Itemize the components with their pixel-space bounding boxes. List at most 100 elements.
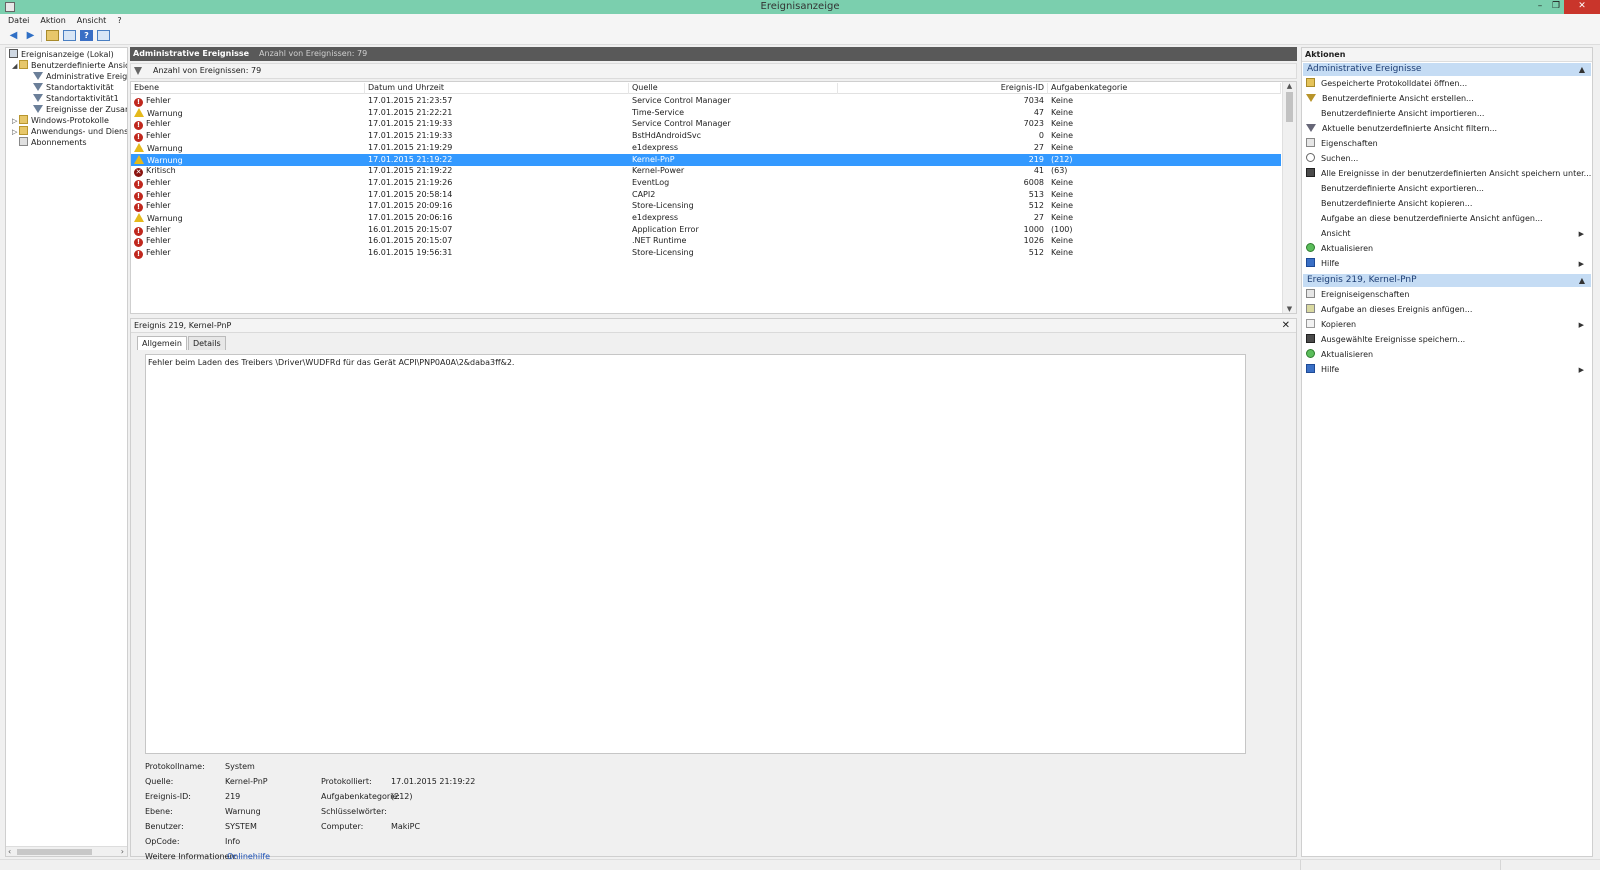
tree-item-location-activity[interactable]: Standortaktivität	[33, 82, 114, 93]
table-row[interactable]: ! Fehler 16.01.2015 20:15:07 Application Er…	[131, 224, 1281, 236]
tab-details[interactable]: Details	[187, 336, 226, 350]
menu-help[interactable]: ?	[117, 14, 121, 27]
tree-app-logs[interactable]: ▷ Anwendungs- und Dienstprotokolle	[12, 126, 127, 138]
action-item[interactable]: Benutzerdefinierte Ansicht erstellen...	[1306, 92, 1590, 106]
tab-general[interactable]: Allgemein	[137, 336, 187, 350]
table-row[interactable]: Warnung 17.01.2015 20:06:16 e1dexpress 27 Ke…	[131, 212, 1281, 224]
actions-section-event[interactable]: Ereignis 219, Kernel-PnP ▲	[1303, 274, 1591, 287]
action-item[interactable]: Benutzerdefinierte Ansicht importieren..…	[1306, 107, 1590, 121]
scroll-left-icon[interactable]: ‹	[8, 847, 11, 856]
cell-level: ! Fehler	[134, 119, 171, 131]
action-item[interactable]: Ausgewählte Ereignisse speichern...	[1306, 333, 1590, 347]
prop-icon	[1306, 138, 1315, 147]
action-item[interactable]: Kopieren ▶	[1306, 318, 1590, 332]
prop-value[interactable]: MakiPC	[391, 822, 420, 831]
column-source[interactable]: Quelle	[629, 83, 838, 94]
action-item[interactable]: Benutzerdefinierte Ansicht exportieren..…	[1306, 182, 1590, 196]
restore-button[interactable]: ❐	[1548, 0, 1564, 14]
close-detail-icon[interactable]: ✕	[1282, 319, 1290, 332]
action-item[interactable]: Gespeicherte Protokolldatei öffnen...	[1306, 77, 1590, 91]
prop-value[interactable]: Warnung	[225, 807, 261, 816]
table-row[interactable]: ! Fehler 17.01.2015 21:19:26 EventLog 6008 Ke…	[131, 177, 1281, 189]
back-arrow-icon[interactable]: ◀	[7, 30, 20, 41]
tree-item-summary-events[interactable]: Ereignisse der Zusammenfassung	[33, 104, 127, 115]
tree-horizontal-scrollbar[interactable]: ‹ ›	[6, 846, 127, 856]
collapse-icon[interactable]: ▲	[1579, 274, 1585, 287]
close-button[interactable]: ✕	[1564, 0, 1600, 14]
error-icon: !	[134, 203, 143, 213]
scroll-up-icon[interactable]: ▲	[1283, 82, 1296, 90]
level-text: Kritisch	[146, 166, 176, 176]
tree-item-label: Standortaktivität	[46, 83, 114, 92]
none-icon	[1306, 213, 1315, 222]
scroll-down-icon[interactable]: ▼	[1283, 305, 1296, 313]
save-icon	[1306, 334, 1315, 343]
column-event-id[interactable]: Ereignis-ID	[838, 83, 1048, 94]
table-row[interactable]: Warnung 17.01.2015 21:22:21 Time-Service 47…	[131, 107, 1281, 119]
column-datetime[interactable]: Datum und Uhrzeit	[365, 83, 629, 94]
scrollbar-thumb[interactable]	[17, 849, 92, 855]
grid-vertical-scrollbar[interactable]: ▲ ▼	[1282, 82, 1296, 313]
tree-subscriptions[interactable]: Abonnements	[19, 137, 87, 148]
tree-item-location-activity-1[interactable]: Standortaktivität1	[33, 93, 119, 104]
action-item[interactable]: Aktualisieren	[1306, 348, 1590, 362]
action-item[interactable]: Hilfe ▶	[1306, 363, 1590, 377]
level-text: Fehler	[146, 131, 171, 141]
prop-value[interactable]: (212)	[391, 792, 413, 801]
collapse-icon[interactable]: ▲	[1579, 63, 1585, 76]
table-row[interactable]: ! Fehler 17.01.2015 20:09:16 Store-Licensin…	[131, 200, 1281, 213]
action-item[interactable]: Aufgabe an diese benutzerdefinierte Ansi…	[1306, 212, 1590, 226]
table-row[interactable]: ! Fehler 16.01.2015 20:15:07 .NET Runtime 10…	[131, 235, 1281, 248]
menu-datei[interactable]: Datei	[8, 14, 29, 27]
table-row[interactable]: ! Fehler 16.01.2015 19:56:31 Store-Licensin…	[131, 247, 1281, 260]
action-item[interactable]: Hilfe ▶	[1306, 257, 1590, 271]
action-item[interactable]: Eigenschaften	[1306, 137, 1590, 151]
table-row[interactable]: ✕ Kritisch 17.01.2015 21:19:22 Kernel-Power…	[131, 165, 1281, 178]
cell-cat: Keine	[1051, 236, 1073, 246]
action-item[interactable]: Benutzerdefinierte Ansicht kopieren...	[1306, 197, 1590, 211]
prop-value[interactable]: System	[225, 762, 255, 771]
action-item[interactable]: Ereigniseigenschaften	[1306, 288, 1590, 302]
menu-ansicht[interactable]: Ansicht	[77, 14, 107, 27]
menu-aktion[interactable]: Aktion	[40, 14, 65, 27]
column-level[interactable]: Ebene	[131, 83, 365, 94]
actions-section-view[interactable]: Administrative Ereignisse ▲	[1303, 63, 1591, 76]
action-item[interactable]: Ansicht ▶	[1306, 227, 1590, 241]
prop-value[interactable]: 219	[225, 792, 240, 801]
filter-bar: Anzahl von Ereignissen: 79	[130, 63, 1297, 79]
table-row[interactable]: ! Fehler 17.01.2015 21:19:33 Service Contro…	[131, 118, 1281, 131]
folder-up-icon[interactable]	[46, 30, 59, 41]
tree-item-admin-events[interactable]: Administrative Ereignisse	[33, 71, 127, 82]
event-message[interactable]: Fehler beim Laden des Treibers \Driver\W…	[145, 354, 1246, 754]
collapse-arrow-icon[interactable]: ◢	[12, 61, 19, 72]
action-item[interactable]: Aktualisieren	[1306, 242, 1590, 256]
tree-custom-views[interactable]: ◢ Benutzerdefinierte Ansichten	[12, 60, 127, 72]
prop-value[interactable]: SYSTEM	[225, 822, 257, 831]
tree-windows-logs[interactable]: ▷ Windows-Protokolle	[12, 115, 109, 126]
prop-value[interactable]: 17.01.2015 21:19:22	[391, 777, 475, 786]
table-row[interactable]: ! Fehler 17.01.2015 20:58:14 CAPI2 513 Keine	[131, 189, 1281, 201]
action-item[interactable]: Aufgabe an dieses Ereignis anfügen...	[1306, 303, 1590, 317]
action-item[interactable]: Suchen...	[1306, 152, 1590, 166]
forward-arrow-icon[interactable]: ▶	[24, 30, 37, 41]
scrollbar-thumb[interactable]	[1286, 92, 1293, 122]
help-icon[interactable]: ?	[80, 30, 93, 41]
prop-value[interactable]: Kernel-PnP	[225, 777, 268, 786]
action-label: Ereigniseigenschaften	[1321, 290, 1410, 299]
table-row[interactable]: ! Fehler 17.01.2015 21:19:33 BstHdAndroidSv…	[131, 130, 1281, 143]
window-controls: – ❐ ✕	[1532, 0, 1600, 14]
prop-value[interactable]: Info	[225, 837, 240, 846]
column-task-category[interactable]: Aufgabenkategorie	[1048, 83, 1281, 94]
table-row[interactable]: ! Fehler 17.01.2015 21:23:57 Service Contro…	[131, 95, 1281, 107]
table-row[interactable]: Warnung 17.01.2015 21:19:22 Kernel-PnP 219 (…	[131, 153, 1281, 166]
minimize-button[interactable]: –	[1532, 0, 1548, 14]
action-item[interactable]: Alle Ereignisse in der benutzerdefiniert…	[1306, 167, 1591, 181]
expand-arrow-icon[interactable]: ▷	[12, 127, 19, 138]
show-hide-actions-icon[interactable]	[97, 30, 110, 41]
table-row[interactable]: Warnung 17.01.2015 21:19:29 e1dexpress 27 Ke…	[131, 142, 1281, 154]
show-hide-tree-icon[interactable]	[63, 30, 76, 41]
action-item[interactable]: Aktuelle benutzerdefinierte Ansicht filt…	[1306, 122, 1590, 136]
filter-icon	[33, 94, 43, 102]
scroll-right-icon[interactable]: ›	[121, 847, 124, 856]
tree-root[interactable]: Ereignisanzeige (Lokal)	[9, 49, 114, 60]
